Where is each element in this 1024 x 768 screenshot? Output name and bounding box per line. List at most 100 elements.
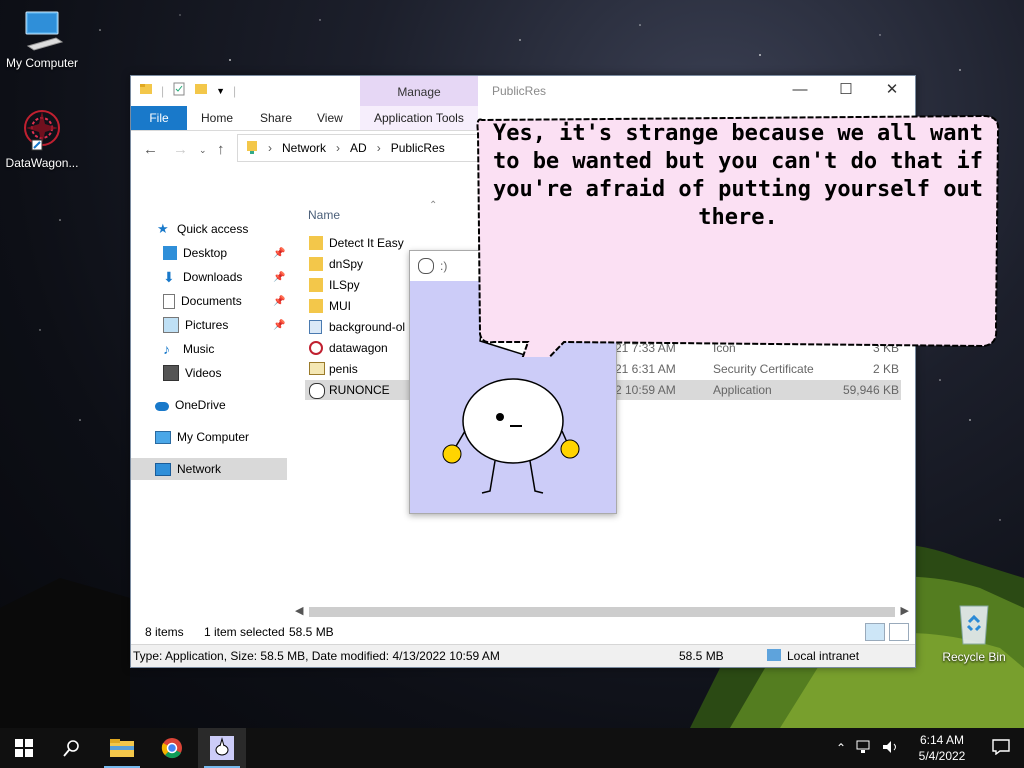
column-header-name[interactable]: Name: [308, 208, 340, 222]
pin-icon[interactable]: 📌: [273, 320, 285, 331]
minimize-button[interactable]: —: [777, 76, 823, 106]
maximize-button[interactable]: ☐: [823, 76, 869, 106]
sidebar-item-my-computer[interactable]: My Computer: [155, 426, 311, 448]
taskbar-runonce[interactable]: [198, 728, 246, 768]
sidebar-item-pictures[interactable]: Pictures: [163, 314, 319, 336]
file-date: 21 7:33 AM: [615, 341, 676, 355]
sidebar-item-desktop[interactable]: Desktop: [163, 242, 319, 264]
sidebar-item-label: Videos: [185, 366, 222, 380]
folder-icon: [110, 739, 134, 757]
clock-time: 6:14 AM: [919, 733, 965, 747]
tab-home[interactable]: Home: [187, 106, 247, 130]
taskbar: ⌃ 6:14 AM 5/4/2022: [0, 728, 1024, 768]
download-arrow-icon: ⬇: [163, 269, 175, 285]
close-button[interactable]: ✕: [869, 76, 915, 106]
network-icon: [155, 462, 171, 476]
clock-date: 5/4/2022: [918, 749, 966, 763]
application-icon: [309, 383, 325, 399]
horizontal-scrollbar[interactable]: ◀ ▶: [291, 604, 913, 620]
file-name: background-ol: [329, 320, 406, 334]
popup-titlebar[interactable]: :): [410, 251, 616, 281]
network-folder-icon: [246, 139, 258, 158]
tab-file[interactable]: File: [131, 106, 187, 130]
large-icons-view-icon[interactable]: [889, 623, 909, 641]
breadcrumb-network[interactable]: Network: [282, 141, 326, 155]
pin-icon[interactable]: 📌: [273, 248, 285, 259]
file-type: Icon: [713, 341, 736, 355]
file-date: 2 10:59 AM: [615, 383, 676, 397]
details-zone: Local intranet: [787, 649, 860, 663]
chevron-up-icon[interactable]: ⌃: [836, 741, 846, 755]
sidebar-item-network[interactable]: Network: [131, 458, 287, 480]
breadcrumb-ad[interactable]: AD: [350, 141, 367, 155]
pin-icon[interactable]: 📌: [273, 272, 285, 283]
sidebar-item-label: Music: [183, 342, 215, 356]
sidebar-item-music[interactable]: ♪ Music: [163, 338, 319, 360]
breadcrumb-publicres[interactable]: PublicRes: [391, 141, 445, 155]
window-titlebar[interactable]: | ▼ | Manage PublicRes — ☐ ✕: [131, 76, 915, 106]
desktop-icon-label: DataWagon...: [5, 156, 79, 170]
status-bar: 8 items 1 item selected 58.5 MB: [131, 621, 915, 643]
file-name: RUNONCE: [329, 383, 390, 397]
file-name: dnSpy: [329, 257, 364, 271]
folder-icon: [309, 299, 323, 313]
sidebar-item-videos[interactable]: Videos: [163, 362, 319, 384]
desktop-icon-recycle-bin[interactable]: Recycle Bin: [932, 600, 1016, 664]
film-icon: [163, 365, 179, 381]
popup-title: :): [440, 259, 448, 273]
scrollbar-thumb[interactable]: [309, 607, 895, 617]
sidebar-item-label: Pictures: [185, 318, 229, 332]
item-count: 8 items: [145, 625, 184, 639]
file-name: MUI: [329, 299, 351, 313]
folder-icon: [309, 278, 323, 292]
back-arrow-icon[interactable]: ←: [143, 141, 158, 158]
clock[interactable]: 6:14 AM 5/4/2022: [910, 732, 974, 764]
scroll-right-icon[interactable]: ▶: [901, 604, 909, 617]
file-type: Security Certificate: [713, 362, 814, 376]
computer-icon: [18, 6, 66, 54]
navigation-pane: ★ Quick access Desktop ⬇ Downloads Docum…: [131, 204, 287, 624]
taskbar-file-explorer[interactable]: [98, 728, 146, 768]
details-view-icon[interactable]: [865, 623, 885, 641]
quick-access-toolbar: | ▼ |: [139, 82, 236, 99]
search-button[interactable]: [48, 728, 96, 768]
chevron-right-icon: ›: [376, 141, 381, 155]
window-title: PublicRes: [492, 84, 547, 98]
pin-icon[interactable]: 📌: [273, 296, 285, 307]
tab-application-tools[interactable]: Application Tools: [360, 106, 478, 130]
file-size: 3 KB: [872, 341, 899, 355]
desktop-icon-my-computer[interactable]: My Computer: [0, 6, 84, 70]
sidebar-item-documents[interactable]: Documents: [163, 290, 319, 312]
new-folder-icon[interactable]: [194, 82, 208, 99]
sidebar-item-label: Network: [177, 462, 222, 476]
volume-icon[interactable]: [882, 740, 900, 757]
properties-icon[interactable]: [172, 82, 186, 99]
forward-arrow-icon[interactable]: →: [173, 141, 188, 158]
tab-share[interactable]: Share: [246, 106, 306, 130]
star-icon: ★: [157, 221, 169, 236]
application-icon: [210, 736, 234, 760]
network-icon[interactable]: [856, 740, 872, 757]
separator: |: [233, 83, 237, 98]
popup-window[interactable]: :): [409, 250, 617, 514]
file-date: 21 6:31 AM: [615, 362, 676, 376]
customize-dropdown-icon[interactable]: ▼: [216, 86, 225, 96]
tab-view[interactable]: View: [303, 106, 357, 130]
notifications-icon[interactable]: [992, 738, 1010, 758]
document-icon: [163, 293, 175, 309]
recent-locations-icon[interactable]: ⌄: [199, 145, 207, 156]
desktop-icon-datawagon[interactable]: DataWagon...: [0, 106, 84, 170]
start-button[interactable]: [0, 728, 48, 768]
sidebar-item-onedrive[interactable]: OneDrive: [155, 394, 311, 416]
file-name: Detect It Easy: [329, 236, 404, 250]
sidebar-item-downloads[interactable]: ⬇ Downloads: [163, 266, 319, 288]
desktop-icon-label: Recycle Bin: [942, 650, 1006, 664]
manage-contextual-tab[interactable]: Manage: [360, 76, 478, 106]
chrome-icon: [161, 738, 182, 759]
up-arrow-icon[interactable]: ↑: [217, 141, 225, 158]
scroll-left-icon[interactable]: ◀: [295, 604, 303, 617]
sidebar-item-quick-access[interactable]: ★ Quick access: [157, 218, 313, 240]
file-name: datawagon: [329, 341, 388, 355]
taskbar-chrome[interactable]: [148, 728, 196, 768]
window-controls: — ☐ ✕: [777, 76, 915, 106]
